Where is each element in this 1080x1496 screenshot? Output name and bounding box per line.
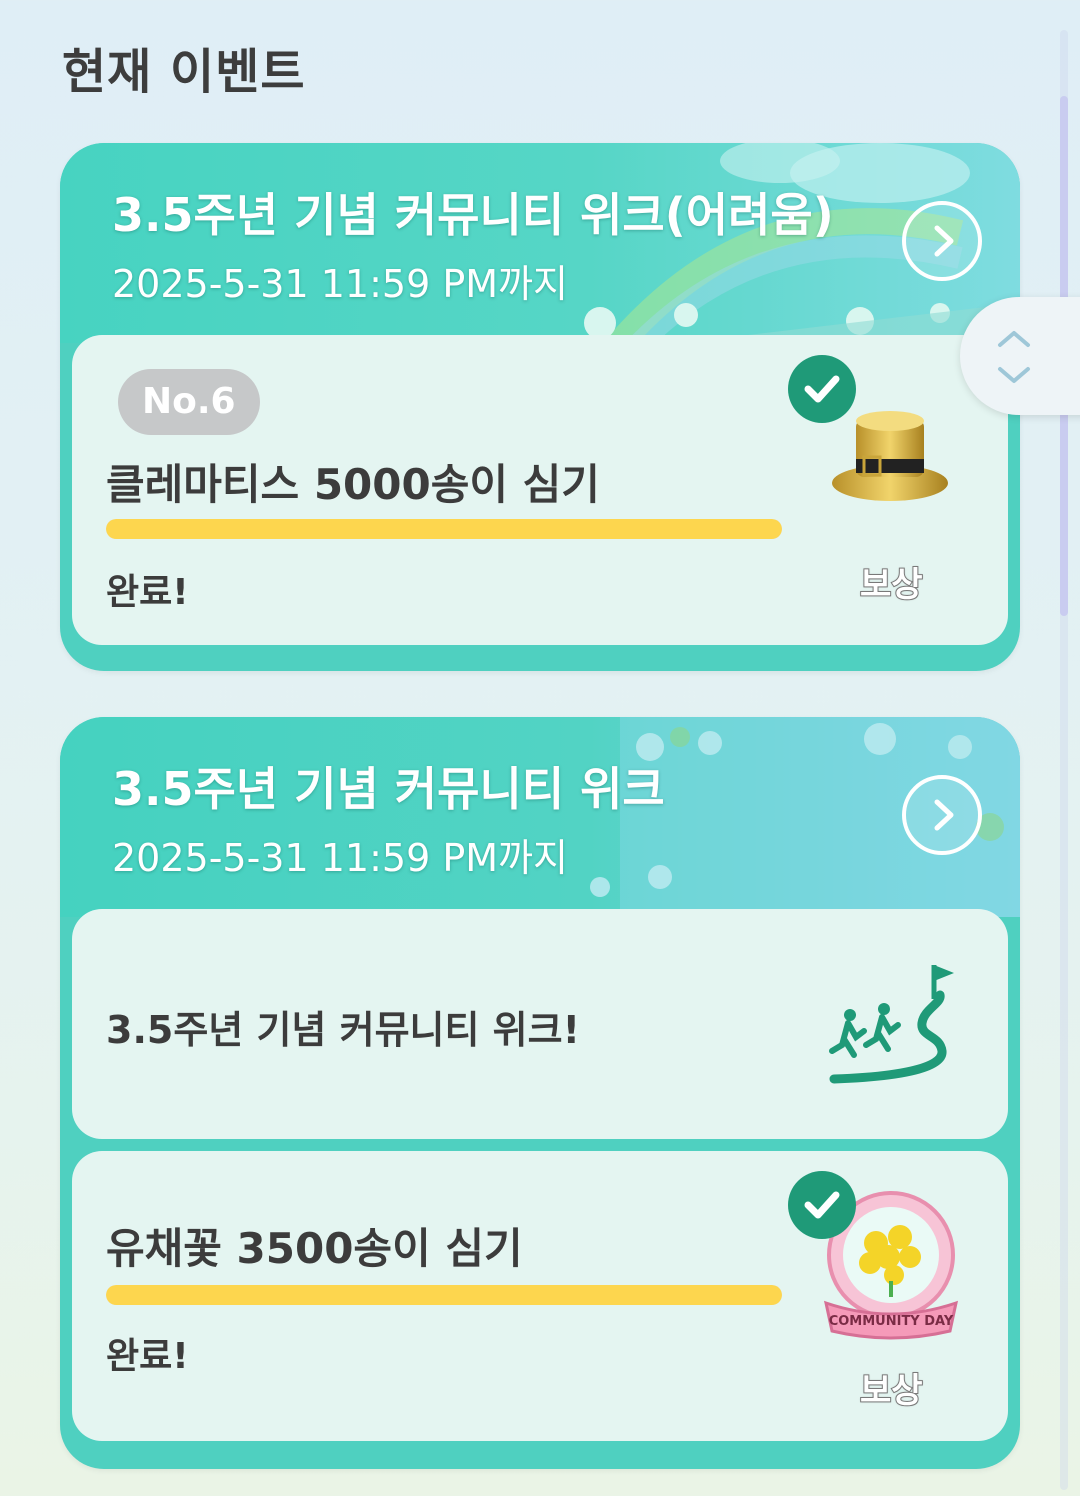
task-panel[interactable]: No.6 클레마티스 5000송이 심기 완료! 보상 — [72, 335, 1008, 645]
event-card[interactable]: 3.5주년 기념 커뮤니티 위크 2025-5-31 11:59 PM까지 3.… — [60, 717, 1020, 1469]
task-status: 완료! — [106, 572, 189, 613]
reward-label: 보상 — [859, 1370, 924, 1412]
event-title: 3.5주년 기념 커뮤니티 위크(어려움) — [112, 188, 834, 242]
svg-text:COMMUNITY DAY: COMMUNITY DAY — [829, 1314, 954, 1329]
chevron-right-icon — [934, 225, 954, 257]
scroll-up-down-icon — [998, 331, 1030, 383]
event-deadline: 2025-5-31 11:59 PM까지 — [112, 262, 568, 306]
walking-path-flag-icon — [829, 965, 954, 1084]
task-status: 완료! — [106, 1336, 189, 1377]
reward-label: 보상 — [859, 564, 924, 606]
fast-scroll-handle[interactable] — [960, 297, 1080, 415]
task-panel[interactable]: 유채꽃 3500송이 심기 완료! COMMUNITY DAY 보상 — [72, 1151, 1008, 1441]
task-progress-fill — [106, 1285, 782, 1305]
event-card[interactable]: 3.5주년 기념 커뮤니티 위크(어려움) 2025-5-31 11:59 PM… — [60, 143, 1020, 671]
task-number-badge: No.6 — [118, 369, 260, 435]
event-deadline: 2025-5-31 11:59 PM까지 — [112, 836, 568, 880]
section-title: 현재 이벤트 — [62, 44, 306, 100]
task-panel[interactable]: 3.5주년 기념 커뮤니티 위크! — [72, 909, 1008, 1139]
event-detail-button[interactable] — [902, 775, 982, 855]
task-progress-bar — [106, 519, 782, 539]
task-progress-bar — [106, 1285, 782, 1305]
task-progress-fill — [106, 519, 782, 539]
gold-top-hat-icon — [832, 411, 948, 501]
event-title: 3.5주년 기념 커뮤니티 위크 — [112, 762, 665, 816]
completed-check-icon — [788, 1171, 856, 1239]
event-detail-button[interactable] — [902, 201, 982, 281]
task-description: 유채꽃 3500송이 심기 — [106, 1224, 523, 1273]
task-description: 클레마티스 5000송이 심기 — [106, 460, 600, 509]
task-description: 3.5주년 기념 커뮤니티 위크! — [106, 1008, 580, 1052]
chevron-right-icon — [934, 799, 954, 831]
